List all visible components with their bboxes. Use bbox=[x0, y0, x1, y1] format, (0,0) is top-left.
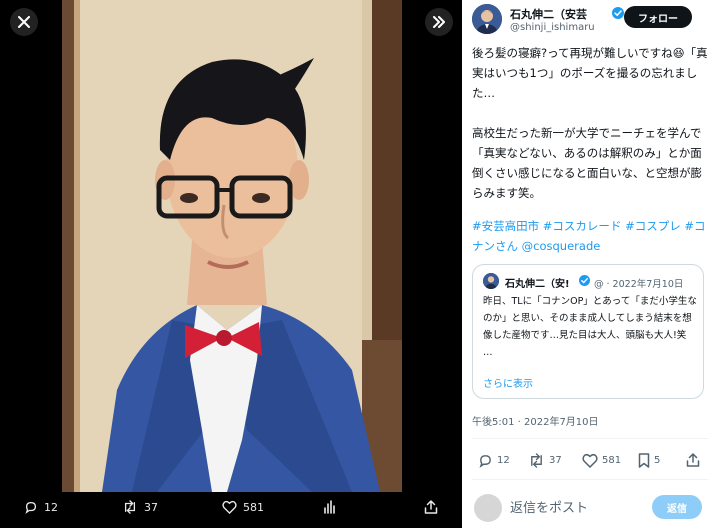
author-name[interactable]: 石丸伸二（安芸 bbox=[510, 6, 587, 22]
like-button[interactable]: 581 bbox=[582, 453, 621, 468]
verified-badge-icon bbox=[612, 7, 624, 19]
share-icon bbox=[424, 500, 438, 514]
media-like-button[interactable]: 581 bbox=[222, 500, 264, 514]
tweet-timestamp[interactable]: 午後5:01 · 2022年7月10日 bbox=[472, 413, 599, 428]
expand-panel-button[interactable] bbox=[425, 8, 453, 36]
retweet-icon bbox=[124, 500, 136, 514]
media-action-bar: 12 37 581 bbox=[0, 496, 462, 526]
tweet-text: 後ろ髪の寝癖?って再現が難しいですね😆「真実はいつも1つ」のポーズを撮るの忘れま… bbox=[472, 46, 708, 200]
bookmark-button[interactable]: 5 bbox=[638, 453, 660, 468]
quoted-author-avatar bbox=[483, 273, 499, 289]
media-modal: 12 37 581 石丸伸二（安芸 @shinji_ishimaru フォロー … bbox=[0, 0, 714, 528]
like-count: 581 bbox=[602, 455, 622, 466]
show-more-link[interactable]: さらに表示 bbox=[483, 375, 533, 390]
tweet-hashtags[interactable]: #安芸高田市 #コスカレード #コスプレ #コナンさん @cosquerade bbox=[472, 216, 708, 256]
share-icon bbox=[686, 453, 700, 467]
reply-button[interactable]: 12 bbox=[478, 453, 510, 468]
tweet-action-bar: 12 37 581 5 bbox=[472, 450, 708, 472]
analytics-icon bbox=[324, 500, 335, 514]
media-like-count: 581 bbox=[243, 500, 264, 514]
tweet-author: 石丸伸二（安芸 @shinji_ishimaru フォロー bbox=[472, 4, 714, 38]
reply-submit-button[interactable]: 返信 bbox=[652, 495, 702, 519]
divider bbox=[472, 479, 708, 480]
close-button[interactable] bbox=[10, 8, 38, 36]
reply-composer: 返信をポスト 返信 bbox=[462, 486, 714, 528]
reply-count: 12 bbox=[497, 455, 510, 466]
divider bbox=[472, 438, 708, 439]
media-retweet-count: 37 bbox=[144, 500, 158, 514]
reply-icon bbox=[479, 455, 491, 468]
close-icon bbox=[18, 16, 30, 28]
heart-icon bbox=[222, 500, 237, 514]
quoted-tweet-text: 昨日、TLに「コナンOP」とあって「まだ小学生なのか」と思い、そのまま成人してし… bbox=[483, 296, 697, 358]
follow-button[interactable]: フォロー bbox=[624, 6, 692, 28]
tweet-panel: 石丸伸二（安芸 @shinji_ishimaru フォロー 後ろ髪の寝癖?って再… bbox=[462, 0, 714, 528]
media-share-button[interactable] bbox=[424, 500, 438, 514]
bookmark-count: 5 bbox=[654, 455, 661, 466]
media-viewer: 12 37 581 bbox=[0, 0, 462, 528]
avatar-image bbox=[483, 273, 499, 289]
quoted-tweet[interactable]: 石丸伸二（安! @ · 2022年7月10日 昨日、TLに「コナンOP」とあって… bbox=[472, 264, 704, 399]
verified-badge-icon bbox=[579, 275, 590, 286]
bookmark-icon bbox=[638, 453, 650, 468]
retweet-count: 37 bbox=[549, 455, 562, 466]
media-reply-button[interactable]: 12 bbox=[24, 500, 58, 514]
quoted-tweet-meta: @ · 2022年7月10日 bbox=[594, 279, 684, 290]
author-avatar[interactable] bbox=[472, 4, 502, 34]
reply-input[interactable]: 返信をポスト bbox=[510, 497, 588, 516]
share-button[interactable] bbox=[686, 453, 700, 467]
heart-icon bbox=[582, 453, 598, 468]
retweet-button[interactable]: 37 bbox=[528, 453, 562, 468]
reply-icon bbox=[25, 501, 37, 514]
current-user-avatar bbox=[474, 494, 502, 522]
photo-illustration bbox=[62, 0, 402, 492]
media-views-button[interactable] bbox=[323, 500, 337, 514]
retweet-icon bbox=[531, 453, 542, 468]
author-handle[interactable]: @shinji_ishimaru bbox=[510, 22, 595, 33]
quoted-author-name: 石丸伸二（安! bbox=[505, 279, 570, 290]
media-retweet-button[interactable]: 37 bbox=[122, 500, 158, 514]
tweet-photo[interactable] bbox=[62, 0, 402, 492]
media-reply-count: 12 bbox=[44, 500, 58, 514]
avatar-image bbox=[472, 4, 502, 34]
double-chevron-right-icon bbox=[433, 16, 445, 28]
